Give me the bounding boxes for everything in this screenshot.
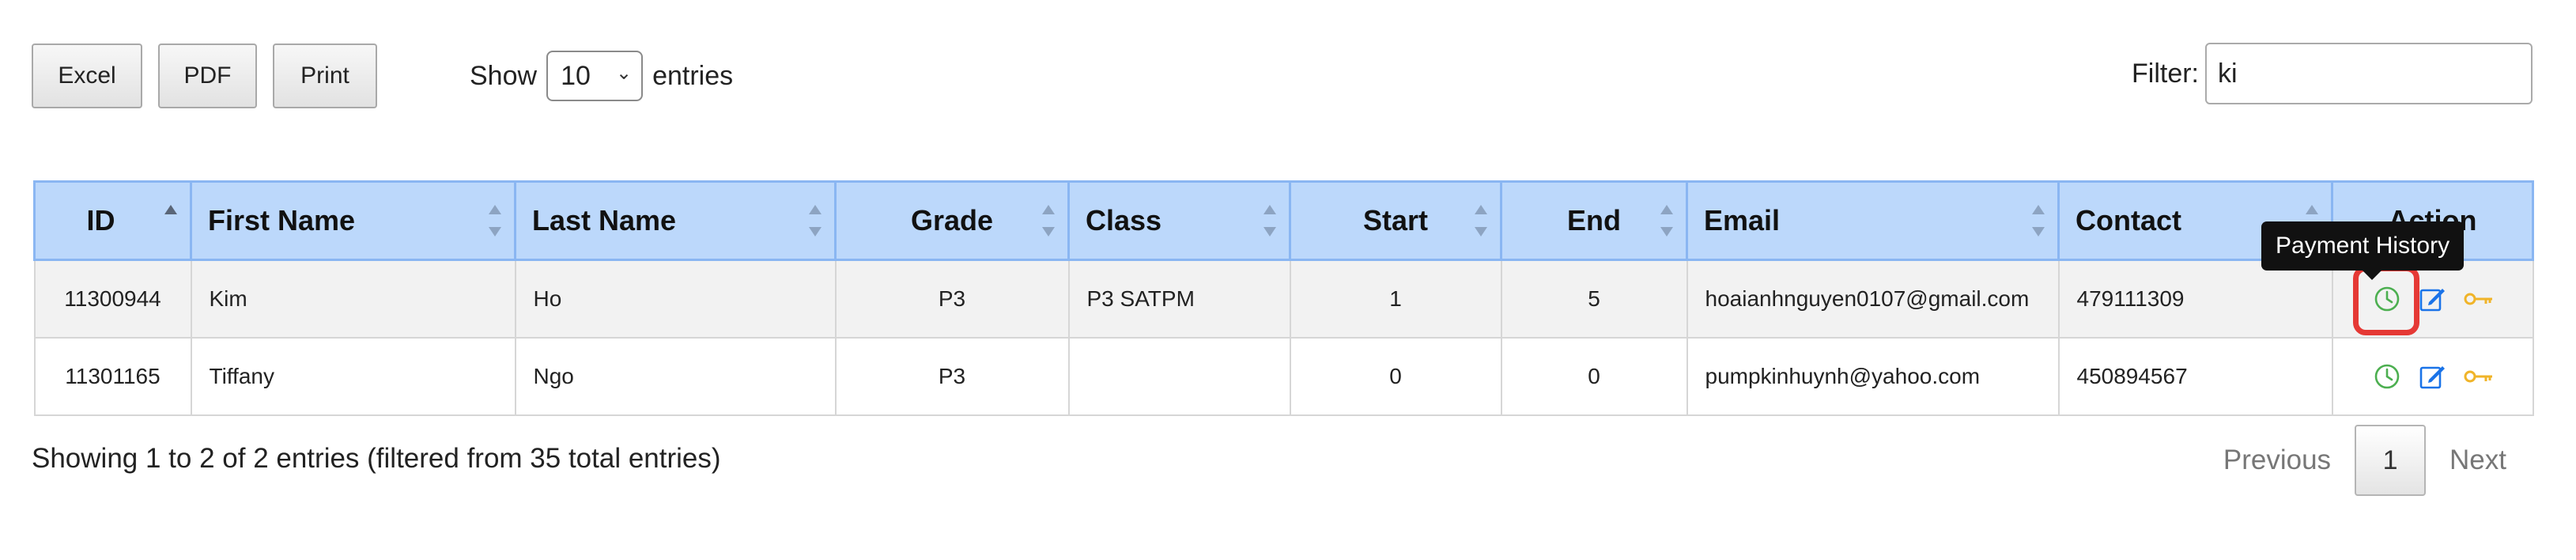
cell-class — [1067, 337, 1291, 416]
cell-last-name: Ho — [514, 259, 837, 339]
reset-password-button[interactable] — [2463, 361, 2495, 392]
col-header-grade[interactable]: Grade — [834, 180, 1070, 261]
pagination: Previous 1 Next — [2200, 425, 2530, 496]
excel-button[interactable]: Excel — [32, 44, 142, 108]
clock-icon — [2374, 364, 2399, 389]
cell-class: P3 SATPM — [1067, 259, 1291, 339]
show-label: Show — [470, 60, 538, 91]
sort-icon — [1263, 205, 1276, 236]
page-length-control: Show 10 ⌄ entries — [470, 51, 733, 101]
cell-first-name: Tiffany — [190, 337, 516, 416]
sort-icon — [1660, 205, 1673, 236]
cell-contact: 479111309 — [2057, 259, 2333, 339]
edit-button[interactable] — [2417, 361, 2449, 392]
reset-password-button[interactable] — [2463, 283, 2495, 315]
page-length-select[interactable]: 10 ⌄ — [546, 51, 644, 101]
col-header-email[interactable]: Email — [1686, 180, 2060, 261]
filter-label: Filter: — [2132, 58, 2199, 89]
col-header-class[interactable]: Class — [1067, 180, 1291, 261]
edit-button[interactable] — [2417, 283, 2449, 315]
page: Excel PDF Print Show 10 ⌄ entries Filter… — [0, 0, 2576, 560]
table-info: Showing 1 to 2 of 2 entries (filtered fr… — [32, 443, 721, 474]
cell-start: 1 — [1289, 259, 1502, 339]
cell-last-name: Ngo — [514, 337, 837, 416]
sort-icon — [2032, 205, 2045, 236]
sort-icon — [1042, 205, 1055, 236]
payment-history-tooltip: Payment History — [2261, 221, 2465, 280]
cell-id: 11300944 — [33, 259, 192, 339]
sort-icon — [1475, 205, 1487, 236]
students-table: ID First Name Last Name Grade Class Star… — [33, 180, 2534, 416]
cell-email: pumpkinhuynh@yahoo.com — [1686, 337, 2060, 416]
pdf-button[interactable]: PDF — [158, 44, 257, 108]
page-1-button[interactable]: 1 — [2355, 425, 2427, 496]
filter-input[interactable]: ki — [2205, 43, 2533, 104]
cell-actions — [2331, 337, 2534, 416]
header-row: ID First Name Last Name Grade Class Star… — [33, 180, 2534, 261]
col-header-start[interactable]: Start — [1289, 180, 1502, 261]
export-toolbar: Excel PDF Print — [32, 44, 377, 108]
sort-icon — [489, 205, 501, 236]
col-header-id[interactable]: ID — [33, 180, 192, 261]
print-button[interactable]: Print — [273, 44, 377, 108]
cell-end: 0 — [1500, 337, 1688, 416]
cell-end: 5 — [1500, 259, 1688, 339]
sort-icon — [809, 205, 822, 236]
edit-icon — [2419, 366, 2445, 389]
next-page-button[interactable]: Next — [2426, 445, 2530, 476]
page-length-value: 10 — [561, 60, 591, 91]
table-row: 11301165 Tiffany Ngo P3 0 0 pumpkinhuynh… — [33, 337, 2534, 416]
filter-control: Filter: ki — [2132, 43, 2533, 104]
sort-asc-icon — [164, 205, 177, 236]
key-icon — [2464, 370, 2492, 383]
key-icon — [2464, 293, 2492, 305]
cell-grade: P3 — [834, 259, 1070, 339]
col-header-end[interactable]: End — [1500, 180, 1688, 261]
table-row: 11300944 Kim Ho P3 P3 SATPM 1 5 hoaianhn… — [33, 259, 2534, 339]
payment-history-button[interactable] — [2371, 361, 2403, 392]
entries-label: entries — [652, 60, 734, 91]
cell-start: 0 — [1289, 337, 1502, 416]
col-header-first-name[interactable]: First Name — [190, 180, 516, 261]
previous-page-button[interactable]: Previous — [2200, 445, 2355, 476]
cell-first-name: Kim — [190, 259, 516, 339]
cell-contact: 450894567 — [2057, 337, 2333, 416]
col-header-last-name[interactable]: Last Name — [514, 180, 837, 261]
filter-value: ki — [2218, 58, 2238, 89]
chevron-down-icon: ⌄ — [615, 62, 633, 84]
cell-id: 11301165 — [33, 337, 192, 416]
edit-icon — [2419, 289, 2445, 312]
cell-grade: P3 — [834, 337, 1070, 416]
cell-email: hoaianhnguyen0107@gmail.com — [1686, 259, 2060, 339]
